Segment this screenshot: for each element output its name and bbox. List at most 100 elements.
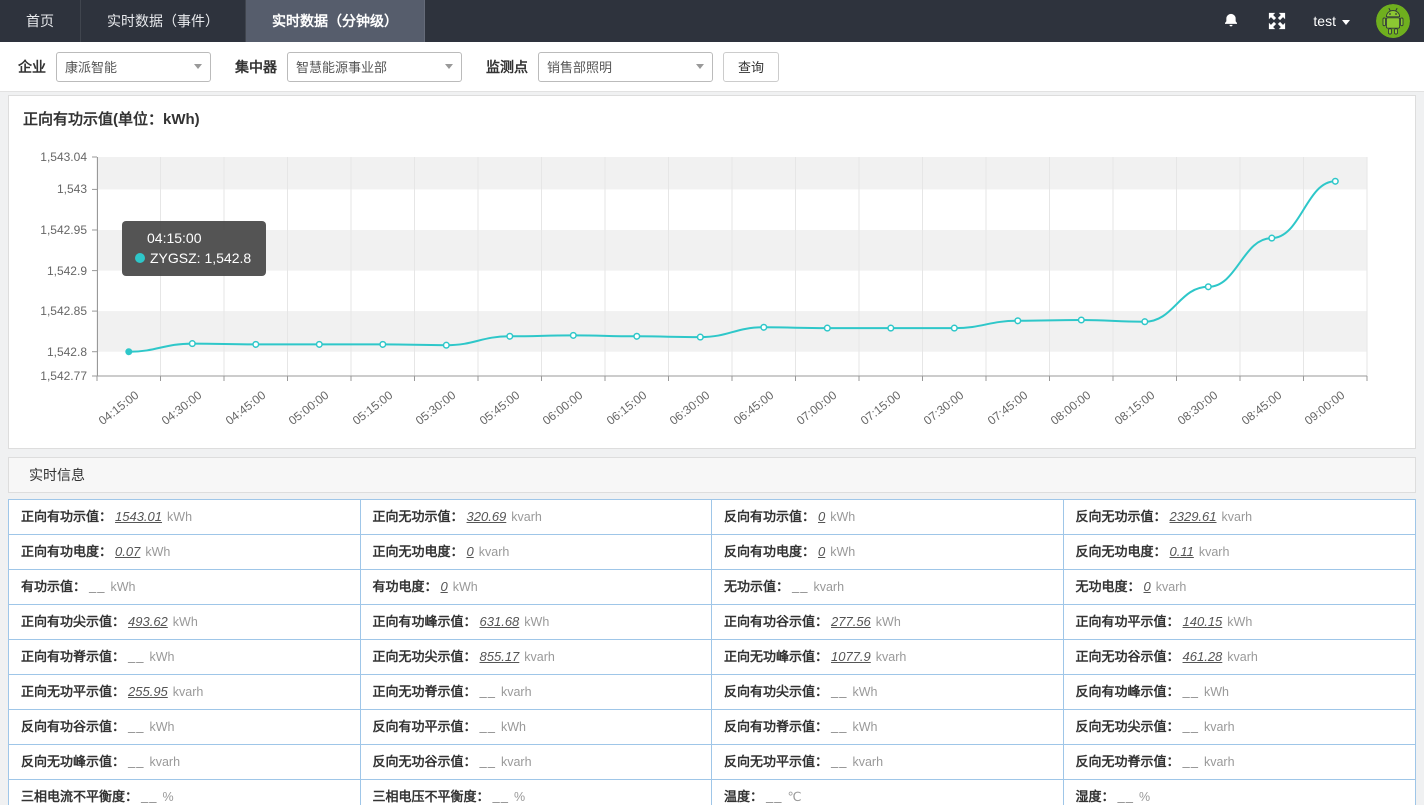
cell-label: 正向有功尖示值： bbox=[21, 614, 125, 629]
table-cell: 反向无功平示值：__kvarh bbox=[712, 745, 1064, 779]
cell-label: 有功电度： bbox=[373, 579, 438, 594]
table-cell: 正向无功峰示值：1077.9kvarh bbox=[712, 640, 1064, 674]
tab-home[interactable]: 首页 bbox=[0, 0, 81, 42]
cell-value: 0 bbox=[467, 544, 474, 559]
cell-unit: kvarh bbox=[149, 755, 180, 769]
monitor-point-select[interactable]: 销售部照明 bbox=[538, 52, 713, 82]
cell-label: 三相电流不平衡度： bbox=[21, 789, 138, 804]
table-row: 反向无功峰示值：__kvarh反向无功谷示值：__kvarh反向无功平示值：__… bbox=[9, 745, 1415, 780]
tab-realtime-event[interactable]: 实时数据（事件） bbox=[81, 0, 246, 42]
cell-label: 反向有功示值： bbox=[724, 509, 815, 524]
cell-label: 无功示值： bbox=[724, 579, 789, 594]
cell-label: 温度： bbox=[724, 789, 763, 804]
cell-value: __ bbox=[128, 649, 144, 664]
cell-label: 反向有功峰示值： bbox=[1076, 684, 1180, 699]
cell-label: 反向有功尖示值： bbox=[724, 684, 828, 699]
cell-value: __ bbox=[480, 754, 496, 769]
cell-label: 正向无功脊示值： bbox=[373, 684, 477, 699]
table-row: 三相电流不平衡度：__%三相电压不平衡度：__%温度：__℃湿度：__% bbox=[9, 780, 1415, 805]
table-cell: 有功示值：__kWh bbox=[9, 570, 361, 604]
table-cell: 反向无功电度：0.11kvarh bbox=[1064, 535, 1416, 569]
y-axis-label: 1,542.9 bbox=[17, 264, 87, 278]
x-axis-label: 06:00:00 bbox=[540, 388, 585, 428]
chevron-down-icon bbox=[696, 64, 704, 69]
user-name: test bbox=[1313, 13, 1336, 29]
x-axis-label: 07:45:00 bbox=[985, 388, 1030, 428]
table-cell: 反向无功尖示值：__kvarh bbox=[1064, 710, 1416, 744]
cell-value: __ bbox=[141, 789, 157, 804]
cell-value: 140.15 bbox=[1183, 614, 1223, 629]
x-axis-label: 06:30:00 bbox=[667, 388, 712, 428]
cell-label: 正向无功尖示值： bbox=[373, 649, 477, 664]
cell-value: 255.95 bbox=[128, 684, 168, 699]
concentrator-select[interactable]: 智慧能源事业部 bbox=[287, 52, 462, 82]
table-cell: 反向无功谷示值：__kvarh bbox=[361, 745, 713, 779]
avatar[interactable] bbox=[1376, 4, 1410, 38]
cell-value: 461.28 bbox=[1183, 649, 1223, 664]
cell-unit: % bbox=[162, 790, 173, 804]
cell-unit: kWh bbox=[453, 580, 478, 594]
cell-unit: kWh bbox=[110, 580, 135, 594]
table-row: 正向有功示值：1543.01kWh正向无功示值：320.69kvarh反向有功示… bbox=[9, 500, 1415, 535]
chevron-down-icon bbox=[194, 64, 202, 69]
cell-value: __ bbox=[480, 684, 496, 699]
table-cell: 正向无功谷示值：461.28kvarh bbox=[1064, 640, 1416, 674]
cell-label: 正向有功电度： bbox=[21, 544, 112, 559]
y-axis-label: 1,543.04 bbox=[17, 150, 87, 164]
line-chart-svg bbox=[97, 157, 1367, 376]
enterprise-select[interactable]: 康派智能 bbox=[56, 52, 211, 82]
cell-unit: kvarh bbox=[1156, 580, 1187, 594]
y-axis-label: 1,542.8 bbox=[17, 345, 87, 359]
cell-value: __ bbox=[1183, 754, 1199, 769]
cell-value: __ bbox=[1183, 719, 1199, 734]
cell-label: 有功示值： bbox=[21, 579, 86, 594]
realtime-section-title: 实时信息 bbox=[29, 465, 85, 485]
table-cell: 正向无功平示值：255.95kvarh bbox=[9, 675, 361, 709]
cell-value: __ bbox=[1183, 684, 1199, 699]
cell-unit: kWh bbox=[167, 510, 192, 524]
cell-value: 1077.9 bbox=[831, 649, 871, 664]
cell-value: 1543.01 bbox=[115, 509, 162, 524]
user-menu[interactable]: test bbox=[1313, 13, 1350, 29]
table-row: 正向有功电度：0.07 kWh正向无功电度：0kvarh 反向有功电度： 0 kWh 反向… bbox=[9, 535, 1415, 570]
cell-unit: kWh bbox=[145, 545, 170, 559]
chevron-down-icon bbox=[445, 64, 453, 69]
table-cell: 正向无功电度：0kvarh bbox=[361, 535, 713, 569]
cell-value: 277.56 bbox=[831, 614, 871, 629]
tab-realtime-minute[interactable]: 实时数据（分钟级） bbox=[246, 0, 425, 42]
cell-label: 反向无功谷示值： bbox=[373, 754, 477, 769]
chevron-down-icon bbox=[1342, 20, 1350, 25]
cell-unit: kvarh bbox=[511, 510, 542, 524]
fullscreen-icon[interactable] bbox=[1267, 11, 1287, 31]
cell-unit: ℃ bbox=[787, 790, 801, 804]
x-axis-label: 07:30:00 bbox=[921, 388, 966, 428]
y-axis-label: 1,542.77 bbox=[17, 369, 87, 383]
top-navbar: 首页 实时数据（事件） 实时数据（分钟级） test bbox=[0, 0, 1424, 42]
query-button[interactable]: 查询 bbox=[723, 52, 779, 82]
x-axis-label: 08:45:00 bbox=[1239, 388, 1284, 428]
table-cell: 反向无功峰示值：__kvarh bbox=[9, 745, 361, 779]
cell-label: 正向有功示值： bbox=[21, 509, 112, 524]
realtime-section-header: 实时信息 bbox=[8, 457, 1416, 493]
table-cell: 正向有功平示值：140.15kWh bbox=[1064, 605, 1416, 639]
cell-label: 反向无功平示值： bbox=[724, 754, 828, 769]
cell-unit: kvarh bbox=[1199, 545, 1230, 559]
cell-unit: kvarh bbox=[876, 650, 907, 664]
table-cell: 正向无功尖示值：855.17kvarh bbox=[361, 640, 713, 674]
x-axis-label: 04:30:00 bbox=[159, 388, 204, 428]
realtime-table: 正向有功示值：1543.01kWh正向无功示值：320.69kvarh反向有功示… bbox=[8, 499, 1416, 805]
y-axis-label: 1,542.95 bbox=[17, 223, 87, 237]
x-axis-label: 06:15:00 bbox=[604, 388, 649, 428]
chart-plot[interactable]: 04:15:00 ZYGSZ: 1,542.8 1,542.771,542.81… bbox=[97, 157, 1367, 376]
table-cell: 正向有功示值：1543.01 kWh bbox=[9, 500, 361, 534]
table-row: 反向有功谷示值：__kWh反向有功平示值：__kWh反向有功脊示值：__kWh反… bbox=[9, 710, 1415, 745]
cell-value: 0.07 bbox=[115, 544, 140, 559]
table-cell: 正向有功电度：0.07 kWh bbox=[9, 535, 361, 569]
bell-icon[interactable] bbox=[1221, 11, 1241, 31]
cell-value: 0 bbox=[818, 509, 825, 524]
cell-label: 湿度： bbox=[1076, 789, 1115, 804]
x-axis-label: 08:00:00 bbox=[1048, 388, 1093, 428]
cell-label: 反向有功电度： bbox=[724, 544, 815, 559]
cell-value: 631.68 bbox=[480, 614, 520, 629]
table-cell: 无功电度：0kvarh bbox=[1064, 570, 1416, 604]
